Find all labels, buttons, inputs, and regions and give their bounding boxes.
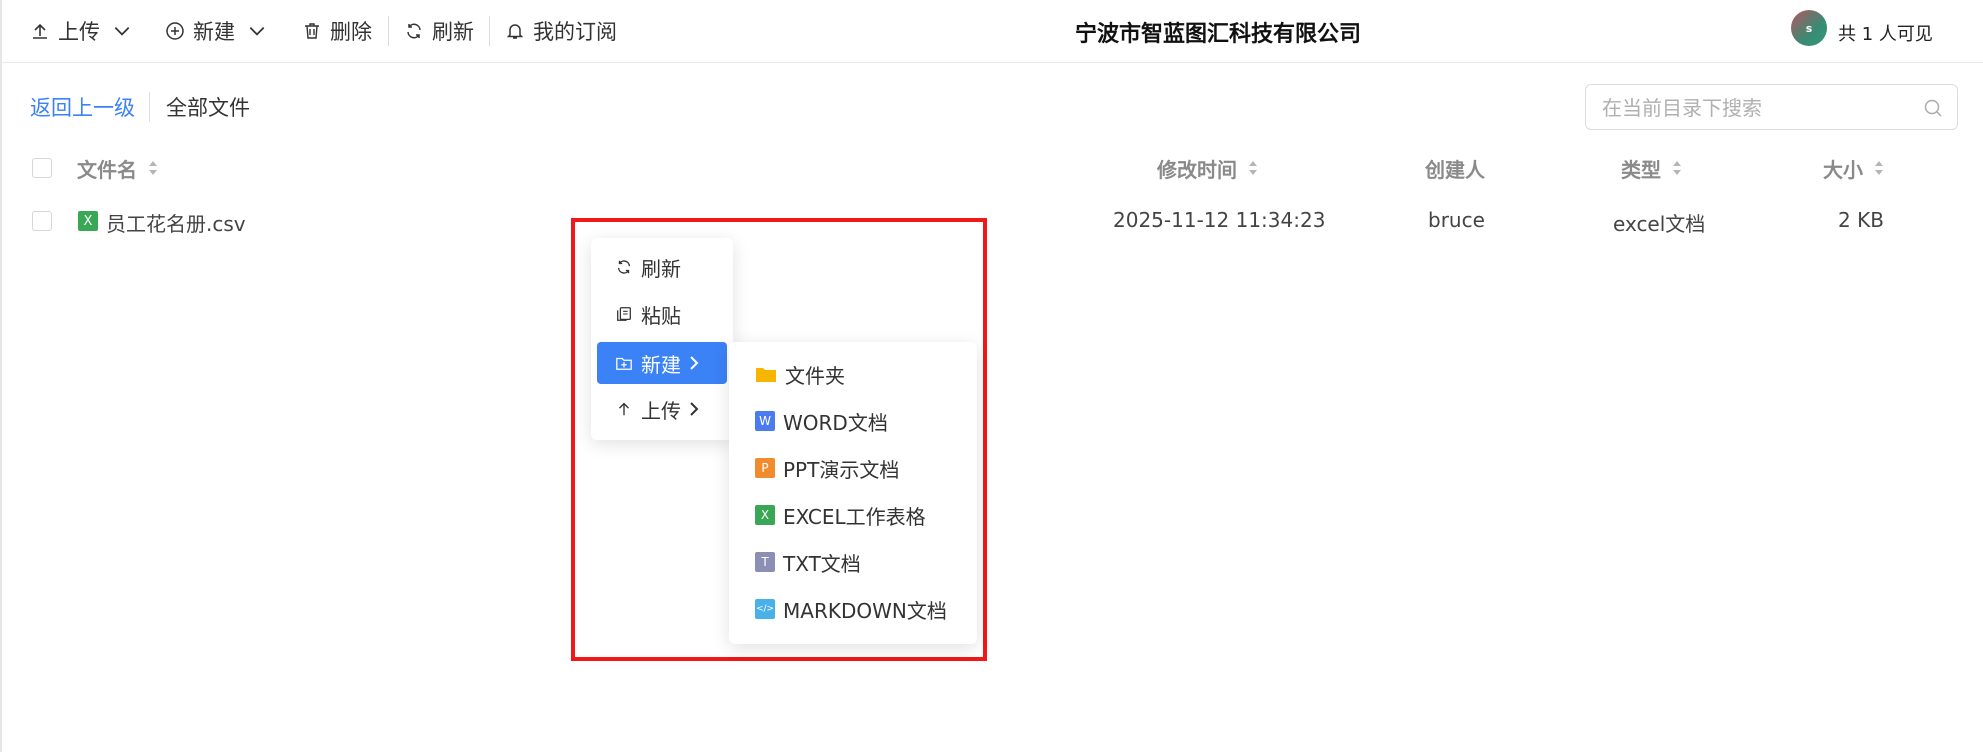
column-header-creator-label: 创建人 <box>1425 157 1485 182</box>
menu-item-label: 刷新 <box>641 256 681 281</box>
sort-icon[interactable] <box>147 158 159 178</box>
menu-item-label: 新建 <box>641 352 681 377</box>
visibility-text[interactable]: 共 1 人可见 <box>1838 20 1933 46</box>
bell-icon <box>506 24 524 39</box>
subscribe-button-label: 我的订阅 <box>533 20 617 44</box>
menu-item-label: 上传 <box>641 398 681 423</box>
menu-item-label: 粘贴 <box>641 303 681 328</box>
submenu-item-label: PPT演示文档 <box>783 457 900 482</box>
upload-arrow-icon <box>619 402 629 416</box>
submenu-item-folder[interactable]: 文件夹 <box>729 353 977 395</box>
submenu-item-label: 文件夹 <box>785 363 845 388</box>
sort-icon[interactable] <box>1873 158 1885 178</box>
delete-button-label: 删除 <box>330 20 372 44</box>
submenu-item-markdown[interactable]: </> MARKDOWN文档 <box>729 588 977 630</box>
menu-item-refresh[interactable]: 刷新 <box>597 246 727 288</box>
folder-icon <box>756 368 776 382</box>
refresh-icon <box>407 23 421 39</box>
refresh-button[interactable]: 刷新 <box>404 14 474 48</box>
context-menu: 刷新 粘贴 新建 上传 <box>591 238 733 440</box>
upload-button[interactable]: 上传 <box>30 14 140 48</box>
upload-button-label: 上传 <box>58 20 100 44</box>
menu-item-new[interactable]: 新建 <box>597 342 727 384</box>
trash-icon <box>305 23 319 39</box>
breadcrumb-current[interactable]: 全部文件 <box>166 92 250 122</box>
column-header-modified[interactable]: 修改时间 <box>1157 154 1259 182</box>
submenu-item-txt[interactable]: T TXT文档 <box>729 541 977 583</box>
submenu-item-label: TXT文档 <box>783 551 861 576</box>
file-creator: bruce <box>1428 208 1485 232</box>
submenu-item-label: WORD文档 <box>783 410 888 435</box>
upload-icon <box>33 23 47 39</box>
chevron-down-icon[interactable] <box>247 21 267 41</box>
toolbar-divider <box>489 16 490 46</box>
search-input[interactable] <box>1600 93 1924 123</box>
window-left-border <box>0 0 2 752</box>
column-header-creator: 创建人 <box>1425 154 1485 182</box>
plus-circle-icon <box>166 22 184 40</box>
row-checkbox[interactable] <box>32 211 52 231</box>
search-icon[interactable] <box>1923 98 1943 118</box>
column-header-modified-label: 修改时间 <box>1157 157 1237 182</box>
menu-item-upload[interactable]: 上传 <box>597 388 727 430</box>
excel-icon: X <box>78 211 98 231</box>
back-link[interactable]: 返回上一级 <box>30 92 135 122</box>
search-box[interactable] <box>1585 84 1958 130</box>
delete-button[interactable]: 删除 <box>302 14 372 48</box>
refresh-button-label: 刷新 <box>432 20 474 44</box>
select-all-checkbox[interactable] <box>32 158 52 178</box>
excel-icon: X <box>755 505 775 525</box>
column-header-name-label: 文件名 <box>77 157 137 182</box>
new-submenu: 文件夹 W WORD文档 P PPT演示文档 X EXCEL工作表格 T TXT… <box>729 342 977 644</box>
sort-icon[interactable] <box>1247 158 1259 178</box>
submenu-item-ppt[interactable]: P PPT演示文档 <box>729 447 977 489</box>
column-header-size[interactable]: 大小 <box>1823 154 1885 182</box>
file-type: excel文档 <box>1613 212 1706 236</box>
paste-icon <box>617 307 631 321</box>
breadcrumb-divider <box>149 92 150 122</box>
new-button-label: 新建 <box>193 20 235 44</box>
company-title: 宁波市智蓝图汇科技有限公司 <box>1075 22 1362 47</box>
new-folder-icon <box>616 357 632 370</box>
file-modified: 2025-11-12 11:34:23 <box>1113 208 1326 232</box>
chevron-right-icon <box>690 402 699 416</box>
toolbar-divider <box>388 16 389 46</box>
submenu-item-word[interactable]: W WORD文档 <box>729 400 977 442</box>
submenu-item-label: EXCEL工作表格 <box>783 504 926 529</box>
new-button[interactable]: 新建 <box>165 14 275 48</box>
toolbar: 上传 新建 删除 刷新 我的订阅 宁波市智蓝图汇科技有限公司 s 共 1 人可见 <box>0 0 1983 63</box>
markdown-icon: </> <box>755 599 775 619</box>
avatar[interactable]: s <box>1791 10 1827 46</box>
file-name[interactable]: 员工花名册.csv <box>106 208 246 237</box>
file-size: 2 KB <box>1838 208 1884 232</box>
ppt-icon: P <box>755 458 775 478</box>
column-header-size-label: 大小 <box>1823 157 1863 182</box>
column-header-type[interactable]: 类型 <box>1621 154 1683 182</box>
subscribe-button[interactable]: 我的订阅 <box>505 14 617 48</box>
submenu-item-excel[interactable]: X EXCEL工作表格 <box>729 494 977 536</box>
chevron-right-icon <box>690 356 699 370</box>
submenu-item-label: MARKDOWN文档 <box>783 598 947 623</box>
word-icon: W <box>755 411 775 431</box>
menu-item-paste[interactable]: 粘贴 <box>597 293 727 335</box>
column-header-name[interactable]: 文件名 <box>77 154 159 182</box>
sort-icon[interactable] <box>1671 158 1683 178</box>
chevron-down-icon[interactable] <box>112 21 132 41</box>
column-header-type-label: 类型 <box>1621 157 1661 182</box>
txt-icon: T <box>755 552 775 572</box>
refresh-icon <box>617 260 631 274</box>
